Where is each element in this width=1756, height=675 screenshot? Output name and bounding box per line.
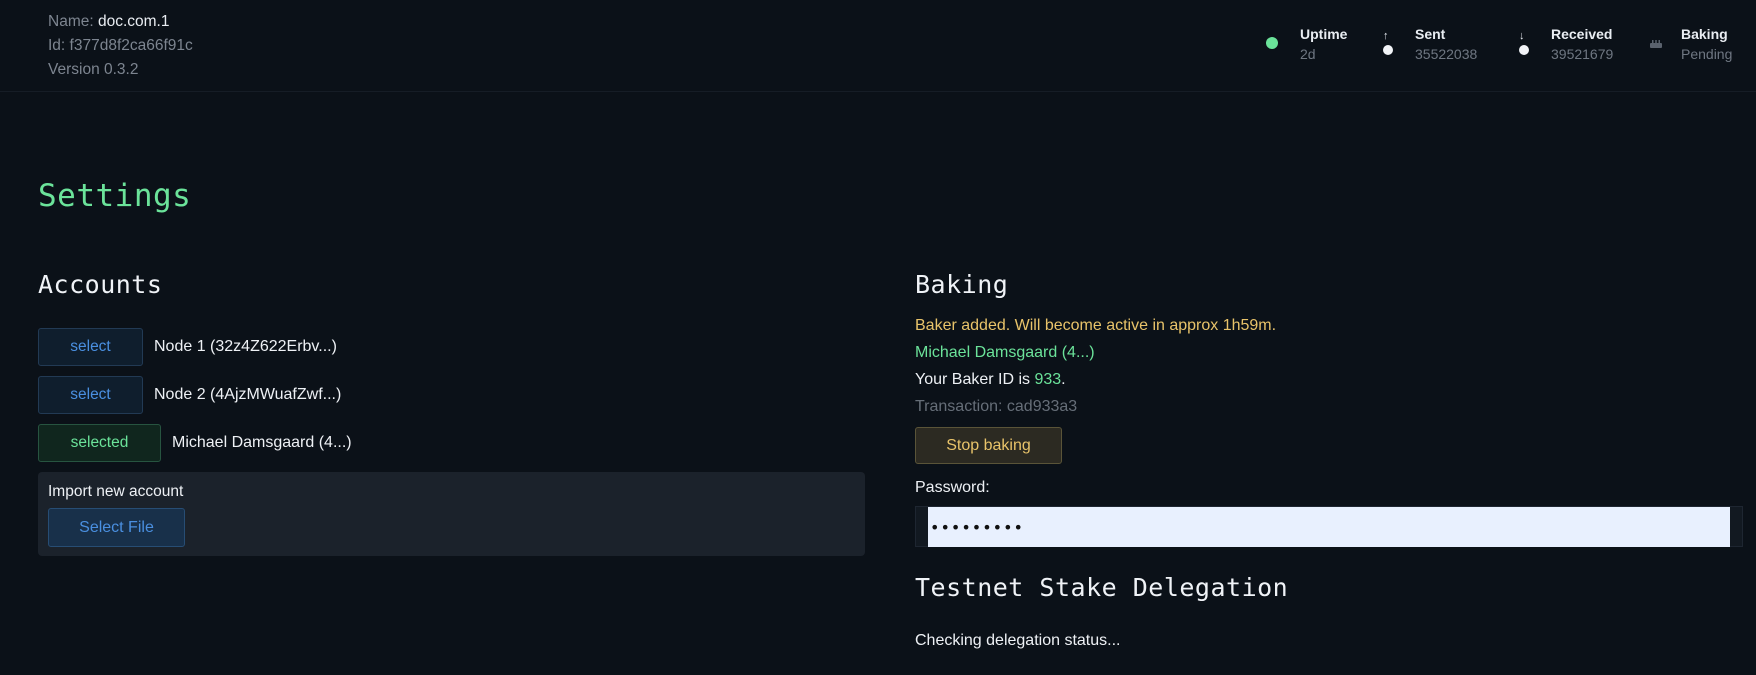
delegation-status: Checking delegation status... xyxy=(915,632,1121,649)
page-title: Settings xyxy=(38,178,192,214)
baker-id-suffix: . xyxy=(1061,371,1066,388)
account-row: select Node 1 (32z4Z622Erbv...) xyxy=(38,328,337,366)
node-name-label: Name: xyxy=(48,13,98,30)
baker-transaction: Transaction: cad933a3 xyxy=(915,398,1078,415)
import-account-label: Import new account xyxy=(48,483,184,500)
import-account-panel: Import new account Select File xyxy=(38,472,865,556)
stop-baking-button[interactable]: Stop baking xyxy=(915,427,1062,464)
baking-label: Baking xyxy=(1681,26,1728,42)
baker-id-line: Your Baker ID is 933. xyxy=(915,371,1066,389)
selected-account-button[interactable]: selected xyxy=(38,424,161,462)
baking-heading: Baking xyxy=(915,270,1009,299)
sent-value: 35522038 xyxy=(1415,46,1478,62)
node-version: Version 0.3.2 xyxy=(48,61,139,78)
received-dot-icon xyxy=(1519,45,1529,55)
account-name: Michael Damsgaard (4...) xyxy=(172,434,352,451)
baker-status-message: Baker added. Will become active in appro… xyxy=(915,317,1277,334)
account-row-selected: selected Michael Damsgaard (4...) xyxy=(38,424,352,462)
password-input[interactable] xyxy=(928,507,1730,547)
cake-icon xyxy=(1650,40,1662,48)
account-row: select Node 2 (4AjzMWuafZwf...) xyxy=(38,376,341,414)
uptime-status-dot-icon xyxy=(1266,37,1278,49)
select-account-button[interactable]: select xyxy=(38,328,143,366)
select-file-button[interactable]: Select File xyxy=(48,508,185,547)
arrow-up-icon: ↑ xyxy=(1383,30,1389,42)
baker-id-prefix: Your Baker ID is xyxy=(915,371,1035,388)
delegation-heading: Testnet Stake Delegation xyxy=(915,573,1289,602)
accounts-heading: Accounts xyxy=(38,270,163,299)
node-id: Id: f377d8f2ca66f91c xyxy=(48,37,193,54)
arrow-down-icon: ↓ xyxy=(1519,30,1525,42)
baker-account-name: Michael Damsgaard (4...) xyxy=(915,344,1095,361)
select-account-button[interactable]: select xyxy=(38,376,143,414)
node-name-row: Name: doc.com.1 xyxy=(48,10,193,34)
received-label: Received xyxy=(1551,26,1613,42)
baker-id-value: 933 xyxy=(1034,371,1062,388)
password-field-wrapper xyxy=(915,506,1743,547)
uptime-label: Uptime xyxy=(1300,26,1348,42)
uptime-value: 2d xyxy=(1300,46,1316,62)
node-name-value: doc.com.1 xyxy=(97,13,170,30)
password-label: Password: xyxy=(915,479,990,496)
node-info: Name: doc.com.1 Id: f377d8f2ca66f91c Ver… xyxy=(48,10,193,82)
sent-label: Sent xyxy=(1415,26,1446,42)
top-bar: Name: doc.com.1 Id: f377d8f2ca66f91c Ver… xyxy=(0,0,1756,92)
received-value: 39521679 xyxy=(1551,46,1614,62)
sent-dot-icon xyxy=(1383,45,1393,55)
baking-value: Pending xyxy=(1681,46,1733,62)
account-name: Node 2 (4AjzMWuafZwf...) xyxy=(154,386,342,403)
account-name: Node 1 (32z4Z622Erbv...) xyxy=(154,338,337,355)
